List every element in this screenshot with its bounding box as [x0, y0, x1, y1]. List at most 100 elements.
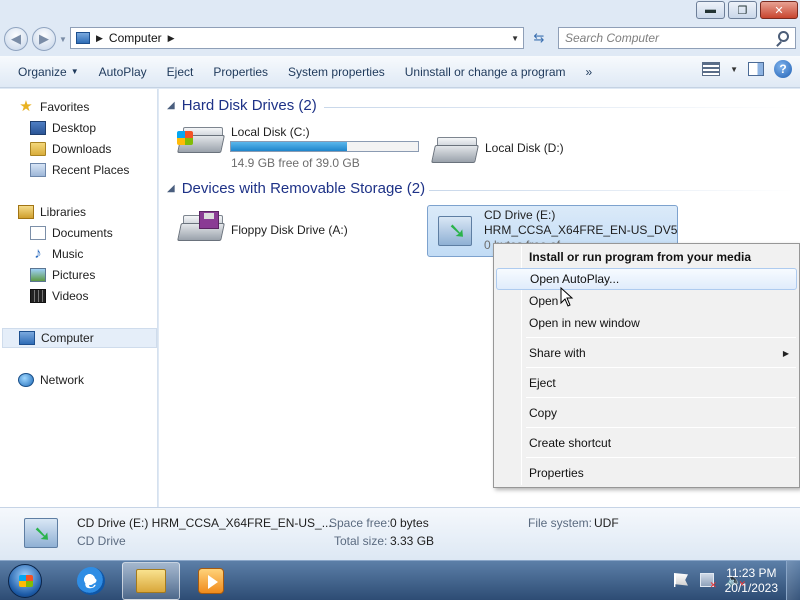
group-header-hard-disk-drives[interactable]: ◢ Hard Disk Drives (2) [167, 97, 317, 114]
file-system-label: File system: [528, 516, 593, 530]
taskbar-windows-explorer[interactable] [122, 562, 180, 600]
taskbar-internet-explorer[interactable]: e [62, 562, 120, 600]
sidebar-item-label: Favorites [40, 100, 90, 114]
group-divider [324, 107, 794, 108]
sidebar-item-label: Computer [41, 331, 94, 345]
sidebar-item-label: Network [40, 373, 85, 387]
drive-local-disk-c[interactable]: Local Disk (C:) 14.9 GB free of 39.0 GB [177, 123, 427, 171]
collapse-triangle-icon[interactable]: ◢ [167, 183, 175, 194]
cd-drive-icon: ➘ [438, 216, 472, 246]
total-size-value: 3.33 GB [390, 534, 435, 548]
sidebar-item-label: Desktop [52, 121, 97, 135]
sidebar-item-recent-places[interactable]: Recent Places [30, 160, 157, 180]
menu-item-properties[interactable]: Properties [496, 462, 797, 484]
downloads-folder-icon [30, 142, 46, 156]
menu-item-copy[interactable]: Copy [496, 402, 797, 424]
help-icon[interactable]: ? [774, 60, 792, 78]
sidebar-item-label: Downloads [52, 142, 112, 156]
menu-item-install-run[interactable]: Install or run program from your media [496, 246, 797, 268]
taskbar-media-player[interactable] [182, 562, 240, 600]
search-input[interactable] [565, 31, 775, 45]
sidebar-item-music[interactable]: ♪ Music [30, 244, 157, 264]
computer-icon [76, 32, 90, 44]
breadcrumb-computer[interactable]: Computer [109, 31, 162, 45]
menu-item-open-new-window[interactable]: Open in new window [496, 312, 797, 334]
search-box[interactable] [558, 27, 796, 49]
sidebar-item-desktop[interactable]: Desktop [30, 118, 157, 138]
breadcrumb-chevron-icon[interactable]: ▶ [168, 33, 175, 44]
menu-item-share-with[interactable]: Share with ▶ [496, 342, 797, 364]
menu-separator [526, 367, 796, 368]
sidebar-item-computer[interactable]: Computer [2, 328, 157, 348]
menu-separator [526, 427, 796, 428]
refresh-icon[interactable]: ⇆ [528, 29, 550, 47]
drive-name: Floppy Disk Drive (A:) [231, 223, 348, 237]
window-controls: ▬ ❐ ✕ [696, 1, 798, 21]
details-title: CD Drive (E:) HRM_CCSA_X64FRE_EN-US_... [77, 516, 332, 530]
command-bar: Organize ▼ AutoPlay Eject Properties Syst… [0, 56, 800, 88]
group-title: Hard Disk Drives (2) [181, 97, 317, 114]
system-properties-button[interactable]: System properties [278, 60, 395, 84]
menu-separator [526, 397, 796, 398]
drive-volume-label: HRM_CCSA_X64FRE_EN-US_DV5 [484, 223, 678, 237]
drive-name: Local Disk (C:) [231, 125, 310, 139]
sidebar-item-pictures[interactable]: Pictures [30, 265, 157, 285]
sidebar-item-libraries[interactable]: Libraries [18, 202, 157, 222]
sidebar-item-documents[interactable]: Documents [30, 223, 157, 243]
maximize-button[interactable]: ❐ [728, 1, 757, 19]
uninstall-button[interactable]: Uninstall or change a program [395, 60, 576, 84]
clock[interactable]: 11:23 PM 20/1/2023 [725, 566, 778, 596]
sidebar-item-favorites[interactable]: ★ Favorites [18, 97, 157, 117]
address-dropdown-icon[interactable]: ▼ [511, 34, 519, 43]
properties-button[interactable]: Properties [203, 60, 278, 84]
preview-pane-icon[interactable] [748, 62, 764, 76]
forward-button[interactable]: ▶ [32, 27, 56, 51]
start-button[interactable] [8, 564, 42, 598]
organize-button[interactable]: Organize ▼ [8, 60, 89, 84]
close-button[interactable]: ✕ [760, 1, 798, 19]
drive-local-disk-d[interactable]: Local Disk (D:) [431, 133, 631, 169]
chevron-down-icon: ▼ [70, 67, 79, 76]
recent-pages-dropdown[interactable]: ▼ [59, 35, 69, 44]
hard-drive-icon [177, 123, 225, 157]
computer-icon [19, 331, 35, 345]
sidebar-item-network[interactable]: Network [18, 370, 157, 390]
menu-item-open[interactable]: Open [496, 290, 797, 312]
network-status-icon[interactable] [700, 573, 717, 591]
group-divider [429, 190, 794, 191]
address-bar[interactable]: ▶ Computer ▶ ▼ [70, 27, 524, 49]
cd-drive-icon: ➘ [24, 518, 58, 548]
change-view-icon[interactable] [702, 62, 721, 76]
autoplay-button[interactable]: AutoPlay [89, 60, 157, 84]
more-commands-button[interactable]: » [576, 60, 603, 84]
total-size-label: Total size: [334, 534, 388, 548]
back-button[interactable]: ◀ [4, 27, 28, 51]
details-type: CD Drive [77, 534, 126, 548]
menu-item-create-shortcut[interactable]: Create shortcut [496, 432, 797, 454]
menu-separator [526, 337, 796, 338]
sidebar-item-label: Documents [52, 226, 113, 240]
view-dropdown-icon[interactable]: ▼ [730, 65, 738, 74]
sidebar-item-downloads[interactable]: Downloads [30, 139, 157, 159]
minimize-button[interactable]: ▬ [696, 1, 725, 19]
media-player-icon [198, 568, 224, 594]
context-menu: Install or run program from your media O… [493, 243, 800, 488]
search-icon[interactable] [778, 31, 789, 42]
action-center-flag-icon[interactable] [674, 573, 688, 587]
autorun-arrow-icon: ➘ [33, 521, 52, 546]
menu-separator [526, 457, 796, 458]
collapse-triangle-icon[interactable]: ◢ [167, 100, 175, 111]
group-header-removable-storage[interactable]: ◢ Devices with Removable Storage (2) [167, 180, 425, 197]
menu-item-eject[interactable]: Eject [496, 372, 797, 394]
drive-floppy-a[interactable]: Floppy Disk Drive (A:) [177, 211, 397, 251]
eject-button[interactable]: Eject [157, 60, 204, 84]
show-desktop-button[interactable] [786, 561, 800, 600]
navigation-pane: ★ Favorites Desktop Downloads Recent Plac… [0, 89, 158, 507]
breadcrumb-chevron-icon[interactable]: ▶ [96, 33, 103, 44]
menu-item-open-autoplay[interactable]: Open AutoPlay... [496, 268, 797, 290]
network-icon [18, 373, 34, 387]
windows-logo-icon [177, 131, 193, 145]
documents-icon [30, 226, 46, 240]
sidebar-item-videos[interactable]: Videos [30, 286, 157, 306]
sidebar-item-label: Recent Places [52, 163, 130, 177]
